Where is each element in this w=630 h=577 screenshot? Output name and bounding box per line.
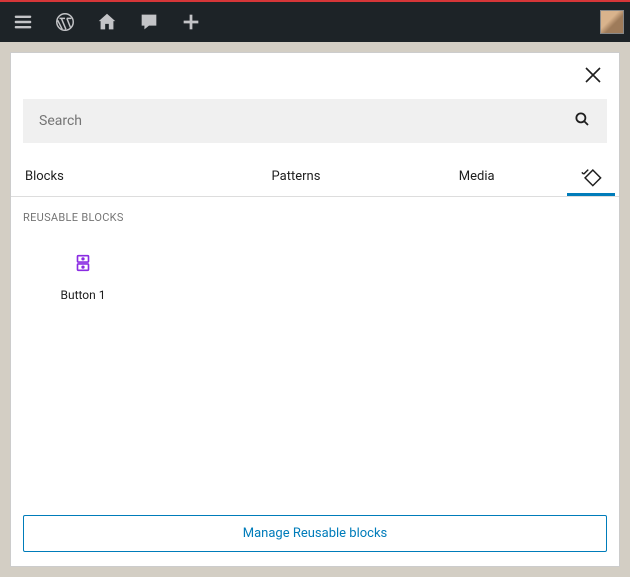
- search-icon[interactable]: [573, 110, 591, 132]
- admin-bar: [0, 0, 630, 42]
- user-avatar[interactable]: [600, 10, 624, 34]
- inserter-tabs: Blocks Patterns Media: [11, 157, 619, 197]
- reusable-block-icon: [27, 252, 139, 274]
- block-inserter-panel: Blocks Patterns Media REUSABLE BLOCKS Bu…: [10, 52, 620, 567]
- add-new-icon[interactable]: [174, 5, 208, 39]
- search-box: [23, 99, 607, 143]
- reusable-block-label: Button 1: [27, 288, 139, 302]
- tab-reusable[interactable]: [567, 157, 615, 196]
- home-icon[interactable]: [90, 5, 124, 39]
- tab-blocks[interactable]: Blocks: [15, 159, 206, 194]
- comments-icon[interactable]: [132, 5, 166, 39]
- search-input[interactable]: [39, 113, 573, 129]
- reusable-blocks-list: Button 1: [11, 230, 619, 505]
- menu-icon[interactable]: [6, 5, 40, 39]
- wordpress-logo-icon[interactable]: [48, 5, 82, 39]
- manage-reusable-button[interactable]: Manage Reusable blocks: [23, 515, 607, 552]
- reusable-block-item[interactable]: Button 1: [23, 234, 143, 308]
- section-reusable-label: REUSABLE BLOCKS: [11, 197, 619, 230]
- tab-media[interactable]: Media: [386, 159, 567, 194]
- tab-patterns[interactable]: Patterns: [206, 159, 387, 194]
- close-icon[interactable]: [581, 63, 605, 87]
